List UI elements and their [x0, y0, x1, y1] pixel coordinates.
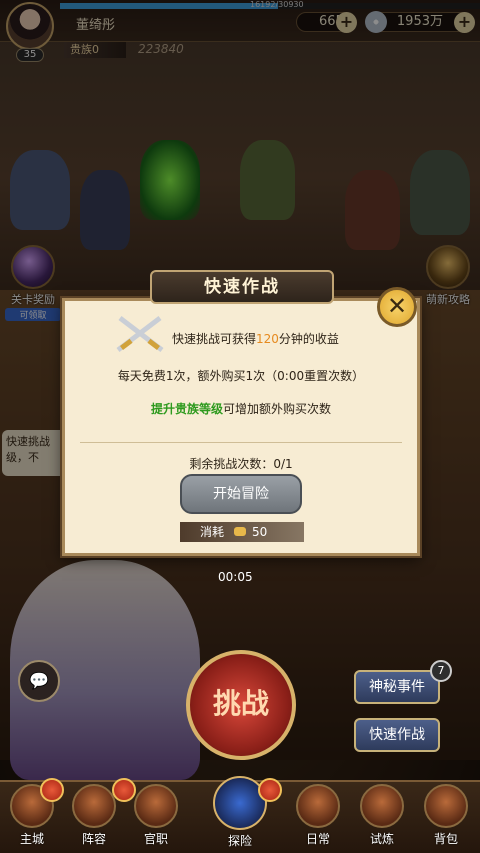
divider	[80, 442, 402, 443]
nav-trial[interactable]: 试炼	[354, 784, 410, 850]
reward-text-prefix: 快速挑战可获得	[172, 332, 257, 346]
cost-bar: 消耗 50	[180, 522, 304, 542]
idle-timer: 00:05	[218, 570, 253, 584]
notification-dot	[40, 778, 64, 802]
upgrade-vip-link[interactable]: 提升贵族等级	[151, 402, 223, 416]
lineup-icon	[72, 784, 116, 828]
nav-label: 主城	[19, 832, 44, 846]
notification-dot	[112, 778, 136, 802]
chat-icon[interactable]: 💬	[18, 660, 60, 702]
start-adventure-button[interactable]: 开始冒险	[180, 474, 302, 514]
reward-description: 快速挑战可获得120分钟的收益	[172, 330, 339, 347]
mystery-event-button[interactable]: 神秘事件	[354, 670, 440, 704]
nav-label: 日常	[305, 832, 330, 846]
crossed-swords-icon	[116, 316, 164, 352]
ingot-icon	[234, 527, 247, 536]
vip-hint-text: 可增加额外购买次数	[223, 402, 332, 416]
dialog-title: 快速作战	[150, 270, 334, 304]
close-button[interactable]: ✕	[377, 287, 417, 327]
nav-label: 官职	[143, 832, 168, 846]
challenge-button[interactable]: 挑战	[186, 650, 296, 760]
mystery-count-badge: 7	[430, 660, 452, 682]
notification-dot	[258, 778, 282, 802]
reward-text-suffix: 分钟的收益	[278, 332, 339, 346]
bag-icon	[424, 784, 468, 828]
vip-hint: 提升贵族等级可增加额外购买次数	[62, 400, 420, 417]
reward-minutes: 120	[256, 332, 279, 346]
nav-daily[interactable]: 日常	[290, 784, 346, 850]
daily-icon	[296, 784, 340, 828]
nav-label: 背包	[433, 832, 458, 846]
nav-official[interactable]: 官职	[128, 784, 184, 850]
remaining-attempts: 剩余挑战次数：0/1	[189, 457, 293, 471]
official-icon	[134, 784, 178, 828]
daily-limit-text: 每天免费1次，额外购买1次（0:00重置次数）	[117, 369, 365, 383]
nav-bag[interactable]: 背包	[418, 784, 474, 850]
trial-icon	[360, 784, 404, 828]
quick-battle-button[interactable]: 快速作战	[354, 718, 440, 752]
cost-label: 消耗	[200, 525, 225, 539]
nav-label: 探险	[227, 834, 252, 848]
cost-value: 50	[252, 525, 268, 539]
nav-label: 阵容	[81, 832, 106, 846]
nav-label: 试炼	[369, 832, 394, 846]
